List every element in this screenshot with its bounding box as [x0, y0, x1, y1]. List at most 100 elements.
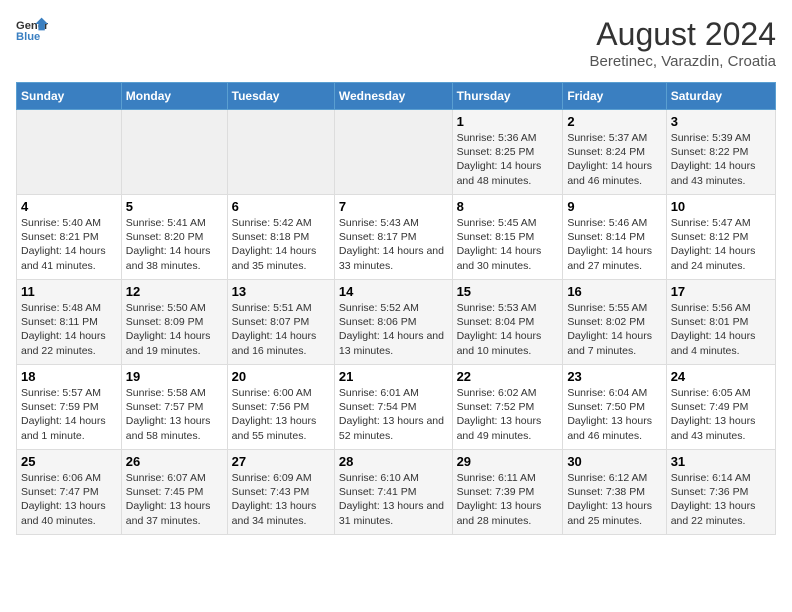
day-info: Sunrise: 5:42 AM Sunset: 8:18 PM Dayligh… — [232, 216, 330, 273]
day-number: 14 — [339, 284, 448, 299]
day-number: 27 — [232, 454, 330, 469]
calendar-cell: 14 Sunrise: 5:52 AM Sunset: 8:06 PM Dayli… — [334, 280, 452, 365]
day-number: 10 — [671, 199, 771, 214]
calendar-cell: 6 Sunrise: 5:42 AM Sunset: 8:18 PM Daylig… — [227, 195, 334, 280]
calendar-cell: 11 Sunrise: 5:48 AM Sunset: 8:11 PM Dayli… — [17, 280, 122, 365]
day-info: Sunrise: 6:11 AM Sunset: 7:39 PM Dayligh… — [457, 471, 559, 528]
day-number: 25 — [21, 454, 117, 469]
day-number: 8 — [457, 199, 559, 214]
calendar-cell: 31 Sunrise: 6:14 AM Sunset: 7:36 PM Dayli… — [666, 450, 775, 535]
day-info: Sunrise: 5:46 AM Sunset: 8:14 PM Dayligh… — [567, 216, 661, 273]
weekday-header-row: SundayMondayTuesdayWednesdayThursdayFrid… — [17, 83, 776, 110]
day-info: Sunrise: 6:14 AM Sunset: 7:36 PM Dayligh… — [671, 471, 771, 528]
day-info: Sunrise: 5:40 AM Sunset: 8:21 PM Dayligh… — [21, 216, 117, 273]
calendar-cell: 27 Sunrise: 6:09 AM Sunset: 7:43 PM Dayli… — [227, 450, 334, 535]
day-info: Sunrise: 6:10 AM Sunset: 7:41 PM Dayligh… — [339, 471, 448, 528]
day-number: 4 — [21, 199, 117, 214]
day-number: 16 — [567, 284, 661, 299]
day-number: 6 — [232, 199, 330, 214]
calendar-cell — [17, 110, 122, 195]
day-number: 18 — [21, 369, 117, 384]
calendar-cell: 28 Sunrise: 6:10 AM Sunset: 7:41 PM Dayli… — [334, 450, 452, 535]
day-info: Sunrise: 5:52 AM Sunset: 8:06 PM Dayligh… — [339, 301, 448, 358]
calendar-cell: 4 Sunrise: 5:40 AM Sunset: 8:21 PM Daylig… — [17, 195, 122, 280]
weekday-header-monday: Monday — [121, 83, 227, 110]
calendar-cell: 24 Sunrise: 6:05 AM Sunset: 7:49 PM Dayli… — [666, 365, 775, 450]
calendar-cell: 16Sunrise: 5:55 AM Sunset: 8:02 PM Dayli… — [563, 280, 666, 365]
day-number: 17 — [671, 284, 771, 299]
calendar-cell: 25 Sunrise: 6:06 AM Sunset: 7:47 PM Dayli… — [17, 450, 122, 535]
day-number: 3 — [671, 114, 771, 129]
day-info: Sunrise: 6:02 AM Sunset: 7:52 PM Dayligh… — [457, 386, 559, 443]
page-header: General Blue August 2024 Beretinec, Vara… — [16, 16, 776, 70]
calendar-body: 1 Sunrise: 5:36 AM Sunset: 8:25 PM Daylig… — [17, 110, 776, 535]
weekday-header-tuesday: Tuesday — [227, 83, 334, 110]
day-info: Sunrise: 6:04 AM Sunset: 7:50 PM Dayligh… — [567, 386, 661, 443]
title-block: August 2024 Beretinec, Varazdin, Croatia — [590, 16, 776, 70]
weekday-header-saturday: Saturday — [666, 83, 775, 110]
day-info: Sunrise: 5:57 AM Sunset: 7:59 PM Dayligh… — [21, 386, 117, 443]
day-info: Sunrise: 5:51 AM Sunset: 8:07 PM Dayligh… — [232, 301, 330, 358]
day-info: Sunrise: 5:50 AM Sunset: 8:09 PM Dayligh… — [126, 301, 223, 358]
calendar-cell: 21 Sunrise: 6:01 AM Sunset: 7:54 PM Dayli… — [334, 365, 452, 450]
calendar-cell: 19 Sunrise: 5:58 AM Sunset: 7:57 PM Dayli… — [121, 365, 227, 450]
calendar-cell: 20Sunrise: 6:00 AM Sunset: 7:56 PM Dayli… — [227, 365, 334, 450]
day-info: Sunrise: 6:06 AM Sunset: 7:47 PM Dayligh… — [21, 471, 117, 528]
calendar-cell: 15Sunrise: 5:53 AM Sunset: 8:04 PM Dayli… — [452, 280, 563, 365]
calendar-week-2: 11 Sunrise: 5:48 AM Sunset: 8:11 PM Dayli… — [17, 280, 776, 365]
calendar-week-1: 4 Sunrise: 5:40 AM Sunset: 8:21 PM Daylig… — [17, 195, 776, 280]
calendar-cell: 29 Sunrise: 6:11 AM Sunset: 7:39 PM Dayli… — [452, 450, 563, 535]
day-info: Sunrise: 6:09 AM Sunset: 7:43 PM Dayligh… — [232, 471, 330, 528]
calendar-cell: 7Sunrise: 5:43 AM Sunset: 8:17 PM Daylig… — [334, 195, 452, 280]
day-number: 23 — [567, 369, 661, 384]
weekday-header-wednesday: Wednesday — [334, 83, 452, 110]
day-number: 1 — [457, 114, 559, 129]
day-info: Sunrise: 5:56 AM Sunset: 8:01 PM Dayligh… — [671, 301, 771, 358]
calendar-cell — [334, 110, 452, 195]
day-number: 29 — [457, 454, 559, 469]
day-info: Sunrise: 5:45 AM Sunset: 8:15 PM Dayligh… — [457, 216, 559, 273]
day-info: Sunrise: 6:01 AM Sunset: 7:54 PM Dayligh… — [339, 386, 448, 443]
calendar-cell — [121, 110, 227, 195]
calendar-cell — [227, 110, 334, 195]
svg-text:Blue: Blue — [16, 31, 40, 43]
calendar-cell: 8 Sunrise: 5:45 AM Sunset: 8:15 PM Daylig… — [452, 195, 563, 280]
calendar-cell: 17 Sunrise: 5:56 AM Sunset: 8:01 PM Dayli… — [666, 280, 775, 365]
day-info: Sunrise: 5:58 AM Sunset: 7:57 PM Dayligh… — [126, 386, 223, 443]
logo-icon: General Blue — [16, 16, 48, 44]
day-info: Sunrise: 5:53 AM Sunset: 8:04 PM Dayligh… — [457, 301, 559, 358]
calendar-cell: 13 Sunrise: 5:51 AM Sunset: 8:07 PM Dayli… — [227, 280, 334, 365]
calendar-cell: 2Sunrise: 5:37 AM Sunset: 8:24 PM Daylig… — [563, 110, 666, 195]
calendar-cell: 12 Sunrise: 5:50 AM Sunset: 8:09 PM Dayli… — [121, 280, 227, 365]
calendar-cell: 1 Sunrise: 5:36 AM Sunset: 8:25 PM Daylig… — [452, 110, 563, 195]
calendar-cell: 10Sunrise: 5:47 AM Sunset: 8:12 PM Dayli… — [666, 195, 775, 280]
calendar-cell: 18 Sunrise: 5:57 AM Sunset: 7:59 PM Dayli… — [17, 365, 122, 450]
day-info: Sunrise: 5:43 AM Sunset: 8:17 PM Dayligh… — [339, 216, 448, 273]
day-info: Sunrise: 5:48 AM Sunset: 8:11 PM Dayligh… — [21, 301, 117, 358]
calendar-cell: 26Sunrise: 6:07 AM Sunset: 7:45 PM Dayli… — [121, 450, 227, 535]
day-number: 28 — [339, 454, 448, 469]
calendar-table: SundayMondayTuesdayWednesdayThursdayFrid… — [16, 82, 776, 535]
calendar-cell: 30Sunrise: 6:12 AM Sunset: 7:38 PM Dayli… — [563, 450, 666, 535]
day-info: Sunrise: 5:41 AM Sunset: 8:20 PM Dayligh… — [126, 216, 223, 273]
day-info: Sunrise: 5:37 AM Sunset: 8:24 PM Dayligh… — [567, 131, 661, 188]
day-number: 5 — [126, 199, 223, 214]
day-info: Sunrise: 5:36 AM Sunset: 8:25 PM Dayligh… — [457, 131, 559, 188]
calendar-cell: 9 Sunrise: 5:46 AM Sunset: 8:14 PM Daylig… — [563, 195, 666, 280]
day-info: Sunrise: 6:05 AM Sunset: 7:49 PM Dayligh… — [671, 386, 771, 443]
day-number: 9 — [567, 199, 661, 214]
day-number: 24 — [671, 369, 771, 384]
day-number: 22 — [457, 369, 559, 384]
day-info: Sunrise: 5:39 AM Sunset: 8:22 PM Dayligh… — [671, 131, 771, 188]
day-number: 21 — [339, 369, 448, 384]
calendar-cell: 23 Sunrise: 6:04 AM Sunset: 7:50 PM Dayli… — [563, 365, 666, 450]
day-number: 26 — [126, 454, 223, 469]
day-number: 11 — [21, 284, 117, 299]
day-number: 30 — [567, 454, 661, 469]
day-number: 12 — [126, 284, 223, 299]
day-number: 31 — [671, 454, 771, 469]
day-number: 20 — [232, 369, 330, 384]
day-number: 19 — [126, 369, 223, 384]
calendar-header: SundayMondayTuesdayWednesdayThursdayFrid… — [17, 83, 776, 110]
day-number: 13 — [232, 284, 330, 299]
